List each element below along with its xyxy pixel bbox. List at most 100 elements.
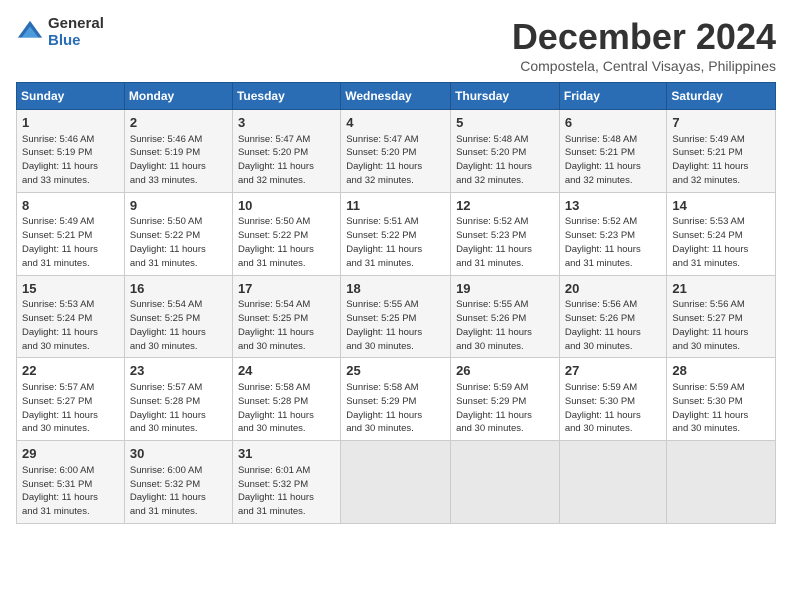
logo-icon [16, 19, 44, 47]
calendar-week-row: 15Sunrise: 5:53 AM Sunset: 5:24 PM Dayli… [17, 275, 776, 358]
day-info: Sunrise: 5:55 AM Sunset: 5:25 PM Dayligh… [346, 299, 422, 351]
day-number: 5 [456, 114, 554, 132]
day-number: 24 [238, 362, 335, 380]
calendar-day-cell: 6Sunrise: 5:48 AM Sunset: 5:21 PM Daylig… [559, 110, 667, 193]
calendar-day-cell: 15Sunrise: 5:53 AM Sunset: 5:24 PM Dayli… [17, 275, 125, 358]
weekday-header-cell: Wednesday [341, 83, 451, 110]
day-info: Sunrise: 5:55 AM Sunset: 5:26 PM Dayligh… [456, 299, 532, 351]
day-number: 1 [22, 114, 119, 132]
calendar-day-cell: 16Sunrise: 5:54 AM Sunset: 5:25 PM Dayli… [124, 275, 232, 358]
day-number: 10 [238, 197, 335, 215]
calendar-day-cell: 28 Sunrise: 5:59 AM Sunset: 5:30 PM Dayli… [667, 358, 776, 441]
day-number: 11 [346, 197, 445, 215]
day-number: 13 [565, 197, 662, 215]
day-number: 23 [130, 362, 227, 380]
day-number: 17 [238, 280, 335, 298]
day-info: Sunrise: 5:59 AM Sunset: 5:29 PM Dayligh… [456, 382, 532, 434]
calendar-day-cell [667, 441, 776, 524]
calendar-day-cell: 23 Sunrise: 5:57 AM Sunset: 5:28 PM Dayli… [124, 358, 232, 441]
day-number: 19 [456, 280, 554, 298]
day-info: Sunrise: 5:57 AM Sunset: 5:27 PM Dayligh… [22, 382, 98, 434]
day-info: Sunrise: 5:50 AM Sunset: 5:22 PM Dayligh… [130, 216, 206, 268]
day-number: 15 [22, 280, 119, 298]
logo-blue-text: Blue [48, 33, 104, 50]
day-info: Sunrise: 5:53 AM Sunset: 5:24 PM Dayligh… [672, 216, 748, 268]
day-info: Sunrise: 5:46 AM Sunset: 5:19 PM Dayligh… [130, 134, 206, 186]
calendar-day-cell: 10Sunrise: 5:50 AM Sunset: 5:22 PM Dayli… [232, 192, 340, 275]
day-info: Sunrise: 5:57 AM Sunset: 5:28 PM Dayligh… [130, 382, 206, 434]
weekday-header-cell: Saturday [667, 83, 776, 110]
day-info: Sunrise: 5:53 AM Sunset: 5:24 PM Dayligh… [22, 299, 98, 351]
day-info: Sunrise: 5:52 AM Sunset: 5:23 PM Dayligh… [565, 216, 641, 268]
title-area: December 2024 Compostela, Central Visaya… [512, 16, 776, 74]
day-info: Sunrise: 5:49 AM Sunset: 5:21 PM Dayligh… [672, 134, 748, 186]
calendar-body: 1 Sunrise: 5:46 AM Sunset: 5:19 PM Daylig… [17, 110, 776, 524]
weekday-header-row: SundayMondayTuesdayWednesdayThursdayFrid… [17, 83, 776, 110]
day-number: 18 [346, 280, 445, 298]
calendar-table: SundayMondayTuesdayWednesdayThursdayFrid… [16, 82, 776, 524]
calendar-day-cell: 13Sunrise: 5:52 AM Sunset: 5:23 PM Dayli… [559, 192, 667, 275]
day-info: Sunrise: 5:52 AM Sunset: 5:23 PM Dayligh… [456, 216, 532, 268]
day-info: Sunrise: 5:54 AM Sunset: 5:25 PM Dayligh… [130, 299, 206, 351]
day-info: Sunrise: 5:56 AM Sunset: 5:27 PM Dayligh… [672, 299, 748, 351]
calendar-day-cell [341, 441, 451, 524]
calendar-day-cell: 11Sunrise: 5:51 AM Sunset: 5:22 PM Dayli… [341, 192, 451, 275]
day-number: 3 [238, 114, 335, 132]
calendar-day-cell [451, 441, 560, 524]
calendar-day-cell: 27 Sunrise: 5:59 AM Sunset: 5:30 PM Dayli… [559, 358, 667, 441]
day-number: 27 [565, 362, 662, 380]
calendar-day-cell: 18Sunrise: 5:55 AM Sunset: 5:25 PM Dayli… [341, 275, 451, 358]
logo: General Blue [16, 16, 104, 49]
calendar-day-cell: 7Sunrise: 5:49 AM Sunset: 5:21 PM Daylig… [667, 110, 776, 193]
day-number: 28 [672, 362, 770, 380]
day-number: 29 [22, 445, 119, 463]
day-number: 16 [130, 280, 227, 298]
day-info: Sunrise: 5:58 AM Sunset: 5:29 PM Dayligh… [346, 382, 422, 434]
calendar-day-cell: 4 Sunrise: 5:47 AM Sunset: 5:20 PM Daylig… [341, 110, 451, 193]
day-number: 2 [130, 114, 227, 132]
day-number: 20 [565, 280, 662, 298]
calendar-day-cell: 24 Sunrise: 5:58 AM Sunset: 5:28 PM Dayli… [232, 358, 340, 441]
header: General Blue December 2024 Compostela, C… [16, 16, 776, 74]
calendar-week-row: 29 Sunrise: 6:00 AM Sunset: 5:31 PM Dayli… [17, 441, 776, 524]
day-info: Sunrise: 5:48 AM Sunset: 5:21 PM Dayligh… [565, 134, 641, 186]
day-info: Sunrise: 5:54 AM Sunset: 5:25 PM Dayligh… [238, 299, 314, 351]
day-number: 22 [22, 362, 119, 380]
day-number: 12 [456, 197, 554, 215]
calendar-day-cell: 20Sunrise: 5:56 AM Sunset: 5:26 PM Dayli… [559, 275, 667, 358]
weekday-header-cell: Monday [124, 83, 232, 110]
weekday-header-cell: Sunday [17, 83, 125, 110]
calendar-day-cell: 3 Sunrise: 5:47 AM Sunset: 5:20 PM Daylig… [232, 110, 340, 193]
calendar-day-cell: 31Sunrise: 6:01 AM Sunset: 5:32 PM Dayli… [232, 441, 340, 524]
calendar-day-cell: 30Sunrise: 6:00 AM Sunset: 5:32 PM Dayli… [124, 441, 232, 524]
day-info: Sunrise: 5:51 AM Sunset: 5:22 PM Dayligh… [346, 216, 422, 268]
day-info: Sunrise: 5:47 AM Sunset: 5:20 PM Dayligh… [346, 134, 422, 186]
weekday-header-cell: Thursday [451, 83, 560, 110]
calendar-day-cell: 12Sunrise: 5:52 AM Sunset: 5:23 PM Dayli… [451, 192, 560, 275]
location-title: Compostela, Central Visayas, Philippines [512, 58, 776, 74]
day-number: 8 [22, 197, 119, 215]
day-info: Sunrise: 6:01 AM Sunset: 5:32 PM Dayligh… [238, 465, 314, 517]
calendar-day-cell: 25Sunrise: 5:58 AM Sunset: 5:29 PM Dayli… [341, 358, 451, 441]
day-info: Sunrise: 6:00 AM Sunset: 5:31 PM Dayligh… [22, 465, 98, 517]
day-number: 14 [672, 197, 770, 215]
day-info: Sunrise: 5:59 AM Sunset: 5:30 PM Dayligh… [565, 382, 641, 434]
day-info: Sunrise: 5:46 AM Sunset: 5:19 PM Dayligh… [22, 134, 98, 186]
calendar-day-cell: 2 Sunrise: 5:46 AM Sunset: 5:19 PM Daylig… [124, 110, 232, 193]
weekday-header-cell: Tuesday [232, 83, 340, 110]
calendar-day-cell: 21Sunrise: 5:56 AM Sunset: 5:27 PM Dayli… [667, 275, 776, 358]
day-info: Sunrise: 5:59 AM Sunset: 5:30 PM Dayligh… [672, 382, 748, 434]
calendar-day-cell: 8Sunrise: 5:49 AM Sunset: 5:21 PM Daylig… [17, 192, 125, 275]
calendar-day-cell: 1 Sunrise: 5:46 AM Sunset: 5:19 PM Daylig… [17, 110, 125, 193]
day-number: 4 [346, 114, 445, 132]
day-number: 9 [130, 197, 227, 215]
calendar-day-cell: 17Sunrise: 5:54 AM Sunset: 5:25 PM Dayli… [232, 275, 340, 358]
calendar-week-row: 1 Sunrise: 5:46 AM Sunset: 5:19 PM Daylig… [17, 110, 776, 193]
day-info: Sunrise: 5:49 AM Sunset: 5:21 PM Dayligh… [22, 216, 98, 268]
day-info: Sunrise: 5:47 AM Sunset: 5:20 PM Dayligh… [238, 134, 314, 186]
calendar-day-cell: 14Sunrise: 5:53 AM Sunset: 5:24 PM Dayli… [667, 192, 776, 275]
calendar-day-cell: 22 Sunrise: 5:57 AM Sunset: 5:27 PM Dayli… [17, 358, 125, 441]
day-info: Sunrise: 5:58 AM Sunset: 5:28 PM Dayligh… [238, 382, 314, 434]
calendar-week-row: 22 Sunrise: 5:57 AM Sunset: 5:27 PM Dayli… [17, 358, 776, 441]
calendar-day-cell: 9Sunrise: 5:50 AM Sunset: 5:22 PM Daylig… [124, 192, 232, 275]
